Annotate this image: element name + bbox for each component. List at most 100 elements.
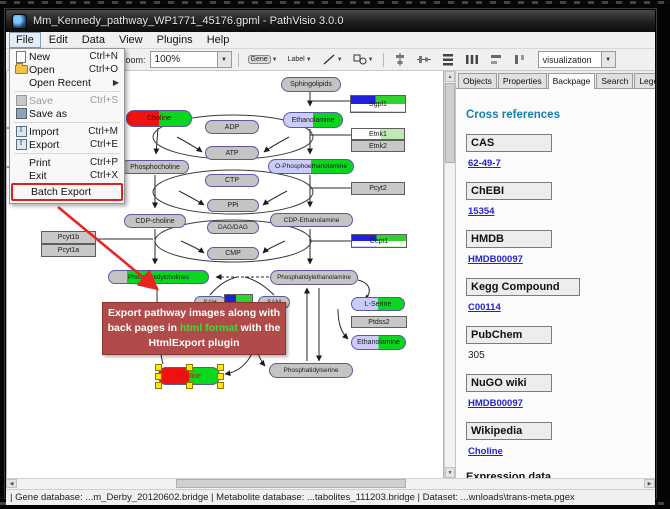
selection-handle[interactable] xyxy=(155,364,162,371)
pathway-node-phosphatidylethanolamine[interactable]: Phosphatidylethanolamine xyxy=(270,270,358,285)
selection-handle[interactable] xyxy=(155,373,162,380)
pathway-node-cdp-ethanolamine[interactable]: CDP-Ethanolamine xyxy=(270,213,353,227)
pathway-node-cept1[interactable]: Cept1 xyxy=(351,234,407,248)
file-menu-item-save-as[interactable]: Save as xyxy=(11,107,123,120)
pathway-node-pcyt1b[interactable]: Pcyt1b xyxy=(41,231,96,244)
pathway-node-sgpl1[interactable]: Sgpl1 xyxy=(350,95,406,113)
xref-link-hmdb00097[interactable]: HMDB00097 xyxy=(468,398,523,409)
visualization-combobox[interactable]: visualization ▼ xyxy=(538,51,616,68)
distribute-vertical-button[interactable] xyxy=(438,51,458,69)
tab-search[interactable]: Search xyxy=(596,73,633,88)
menu-separator xyxy=(14,91,120,92)
pathway-node-o-phosphoethanolamine[interactable]: O-Phosphoethanolamine xyxy=(268,159,354,174)
tab-properties[interactable]: Properties xyxy=(498,73,547,88)
expression-data-heading: Expression data xyxy=(466,471,645,478)
menu-item-label: Export xyxy=(29,139,90,151)
menu-shortcut: Ctrl+S xyxy=(90,95,121,106)
xref-link-c00114[interactable]: C00114 xyxy=(468,302,501,313)
pathway-node-ppi[interactable]: PPi xyxy=(207,199,259,212)
file-menu-item-print[interactable]: PrintCtrl+P xyxy=(11,156,123,169)
menu-separator xyxy=(14,122,120,123)
pathway-node-ctp[interactable]: CTP xyxy=(205,174,259,187)
menu-item-label: Open Recent xyxy=(29,77,113,89)
zoom-dropdown-icon[interactable]: ▼ xyxy=(217,52,231,67)
selection-handle[interactable] xyxy=(217,373,224,380)
shape-tool-button[interactable]: ▼ xyxy=(350,51,377,69)
vertical-scroll-thumb[interactable] xyxy=(445,83,455,163)
title-bar[interactable]: Mm_Kennedy_pathway_WP1771_45176.gpml - P… xyxy=(6,10,655,32)
horizontal-scroll-thumb[interactable] xyxy=(176,479,406,488)
xref-link-15354[interactable]: 15354 xyxy=(468,206,494,217)
pathway-node-etnk1[interactable]: Etnk1 xyxy=(351,128,405,140)
menu-data[interactable]: Data xyxy=(76,33,111,47)
pathway-node-l-serine[interactable]: L-Serine xyxy=(351,297,405,311)
scroll-down-icon[interactable]: ▼ xyxy=(445,467,455,478)
tab-objects[interactable]: Objects xyxy=(458,73,497,88)
menu-view[interactable]: View xyxy=(113,33,149,47)
canvas-horizontal-scrollbar[interactable]: ◀ ▶ xyxy=(6,478,655,489)
visualization-value: visualization xyxy=(539,55,601,65)
file-menu-item-batch-export[interactable]: Batch Export xyxy=(11,183,123,201)
add-gene-button[interactable]: Gene ▼ xyxy=(245,51,281,69)
pathway-node-phosphocholine[interactable]: Phosphocholine xyxy=(121,160,189,174)
pathway-node-sphingolipids[interactable]: Sphingolipids xyxy=(281,77,341,92)
file-menu-item-open-recent[interactable]: Open Recent▶ xyxy=(11,76,123,89)
pathway-node-phosphatidylcholines[interactable]: Phosphatidylcholines xyxy=(108,270,209,284)
pathway-node-phosphatidylserine[interactable]: Phosphatidylserine xyxy=(269,363,353,378)
pathway-node-dag-dag[interactable]: DAG/DAG xyxy=(207,221,259,234)
xref-link-choline[interactable]: Choline xyxy=(468,446,503,457)
xref-link-hmdb00097[interactable]: HMDB00097 xyxy=(468,254,523,265)
xref-section-pubchem: PubChem305 xyxy=(466,326,645,361)
selection-handle[interactable] xyxy=(217,364,224,371)
pathway-node-ethanolamine[interactable]: Ethanolamine xyxy=(351,335,406,350)
xref-section-nugo-wiki: NuGO wikiHMDB00097 xyxy=(466,374,645,409)
align-center-icon xyxy=(393,53,407,66)
add-label-button[interactable]: Label ▼ xyxy=(285,51,315,69)
pathway-node-choline[interactable]: Choline xyxy=(126,110,192,127)
pathway-node-ptdss2[interactable]: Ptdss2 xyxy=(351,316,407,328)
pathway-node-cdp-choline[interactable]: CDP-choline xyxy=(124,214,186,228)
pathway-node-adp[interactable]: ADP xyxy=(205,120,259,134)
menu-item-label: Import xyxy=(29,126,88,138)
canvas-vertical-scrollbar[interactable]: ▲ ▼ xyxy=(444,71,455,478)
visualization-dropdown-icon[interactable]: ▼ xyxy=(601,52,615,67)
xref-link-62-49-7[interactable]: 62-49-7 xyxy=(468,158,501,169)
file-menu-item-import[interactable]: ⇩ImportCtrl+M xyxy=(11,125,123,138)
selection-handle[interactable] xyxy=(155,382,162,389)
pathway-node-atp[interactable]: ATP xyxy=(205,146,259,160)
selection-handle[interactable] xyxy=(217,382,224,389)
scroll-right-icon[interactable]: ▶ xyxy=(644,479,655,488)
tab-legend[interactable]: Legend xyxy=(634,73,655,88)
screenshot-root: { "window": { "title": "Mm_Kennedy_pathw… xyxy=(0,0,670,509)
file-menu-item-save[interactable]: SaveCtrl+S xyxy=(11,94,123,107)
pathway-node-ethanolamine[interactable]: Ethanolamine xyxy=(283,112,343,128)
scroll-left-icon[interactable]: ◀ xyxy=(6,479,17,488)
status-bar: | Gene database: ...m_Derby_20120602.bri… xyxy=(6,489,655,505)
align-middle-button[interactable] xyxy=(414,51,434,69)
xref-header-hmdb: HMDB xyxy=(466,230,552,248)
zoom-value: 100% xyxy=(151,54,217,65)
distribute-horizontal-button[interactable] xyxy=(462,51,482,69)
pathway-node-etnk2[interactable]: Etnk2 xyxy=(351,140,405,152)
common-height-button[interactable] xyxy=(510,51,530,69)
tab-backpage[interactable]: Backpage xyxy=(548,73,596,89)
menu-help[interactable]: Help xyxy=(201,33,236,47)
selection-handle[interactable] xyxy=(186,382,193,389)
menu-edit[interactable]: Edit xyxy=(43,33,74,47)
scroll-up-icon[interactable]: ▲ xyxy=(445,71,455,82)
align-center-button[interactable] xyxy=(390,51,410,69)
pathway-node-cmp[interactable]: CMP xyxy=(207,247,259,260)
file-menu-item-new[interactable]: NewCtrl+N xyxy=(11,50,123,63)
zoom-combobox[interactable]: 100% ▼ xyxy=(150,51,232,68)
menu-plugins[interactable]: Plugins xyxy=(151,33,199,47)
file-menu-item-open[interactable]: OpenCtrl+O xyxy=(11,63,123,76)
pathway-node-pcyt2[interactable]: Pcyt2 xyxy=(351,182,405,195)
menu-file[interactable]: File xyxy=(9,32,41,48)
xref-header-kegg-compound: Kegg Compound xyxy=(466,278,580,296)
line-tool-button[interactable]: ▼ xyxy=(319,51,346,69)
file-menu-item-exit[interactable]: ExitCtrl+X xyxy=(11,169,123,182)
selection-handle[interactable] xyxy=(186,364,193,371)
common-width-button[interactable] xyxy=(486,51,506,69)
pathway-node-pcyt1a[interactable]: Pcyt1a xyxy=(41,244,96,257)
file-menu-item-export[interactable]: ⇧ExportCtrl+E xyxy=(11,138,123,151)
